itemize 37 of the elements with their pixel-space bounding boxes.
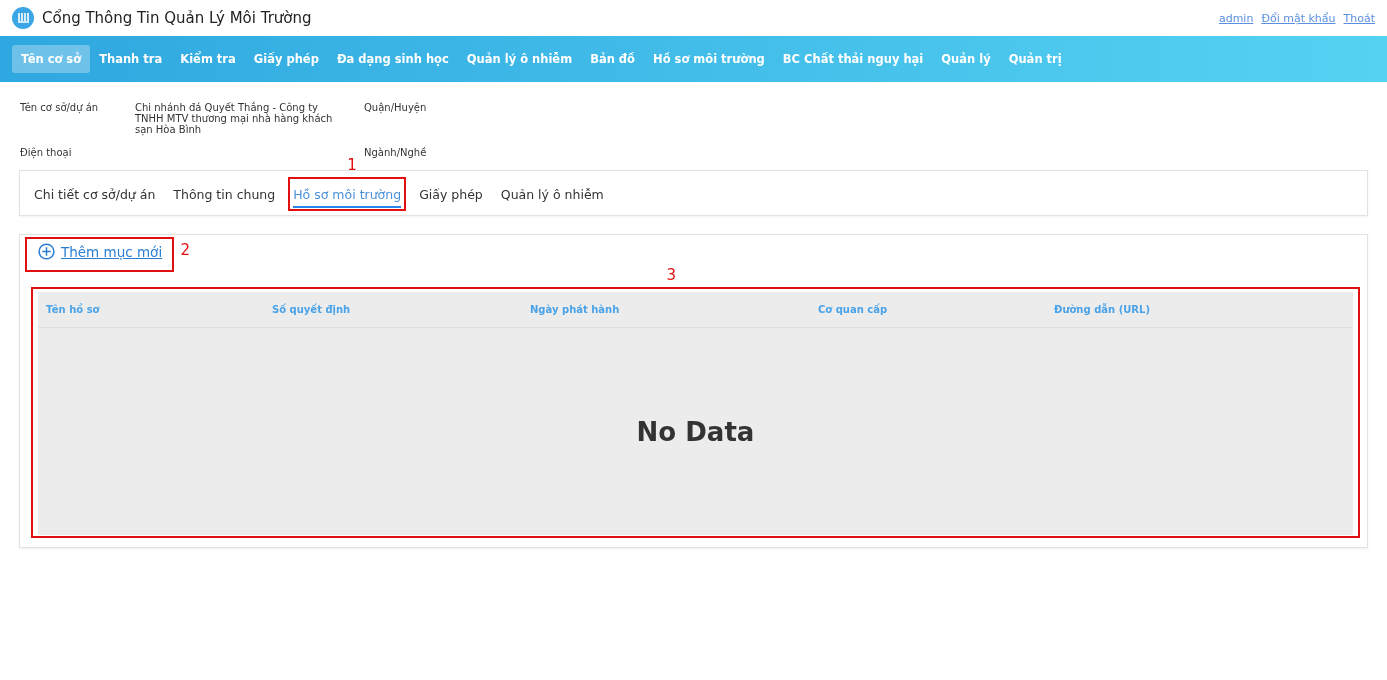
field-label: Tên cơ sở/dự án	[20, 102, 100, 116]
nav-item[interactable]: BC Chất thải nguy hại	[773, 45, 933, 73]
field-label: Ngành/Nghề	[364, 147, 428, 158]
column-header: Số quyết định	[272, 304, 352, 315]
nav-item[interactable]: Hồ sơ môi trường	[644, 45, 774, 73]
annotation-number: 1	[347, 155, 357, 174]
column-header: Tên hồ sơ	[46, 304, 101, 315]
plus-circle-icon	[38, 243, 55, 260]
tab[interactable]: Thông tin chung	[173, 182, 276, 208]
header-link[interactable]: Thoát	[1343, 11, 1375, 25]
nav-item[interactable]: Đa dạng sinh học	[327, 45, 458, 73]
field-label: Điện thoại	[20, 147, 73, 158]
tab[interactable]: Quản lý ô nhiễm	[500, 182, 604, 208]
nav-item[interactable]: Tên cơ sở	[12, 45, 91, 73]
column-header: Đường dẫn (URL)	[1054, 304, 1151, 315]
tab[interactable]: Hồ sơ môi trường	[293, 182, 402, 208]
nav-item[interactable]: Bản đồ	[581, 45, 644, 73]
tab[interactable]: Chi tiết cơ sở/dự án	[34, 182, 156, 208]
annotation-number: 3	[666, 266, 677, 284]
site-title: Cổng Thông Tin Quản Lý Môi Trường	[42, 9, 312, 27]
logo-icon	[12, 7, 34, 29]
empty-message: No Data	[636, 416, 755, 447]
tab[interactable]: Giấy phép	[419, 182, 483, 208]
add-new-link[interactable]: Thêm mục mới	[34, 241, 167, 262]
header-link[interactable]: Đổi mật khẩu	[1261, 11, 1336, 25]
field-label: Quận/Huyện	[364, 102, 428, 115]
nav-item[interactable]: Thanh tra	[90, 45, 172, 73]
field-value: Chi nhánh đá Quyết Thắng - Công ty TNHH MTV thương mại nhà hàng khách sạn Hòa Bình	[135, 102, 334, 135]
column-header: Ngày phát hành	[530, 304, 621, 315]
column-header: Cơ quan cấp	[818, 304, 889, 315]
annotation-number: 2	[180, 241, 191, 259]
nav-item[interactable]: Quản lý ô nhiễm	[457, 45, 582, 73]
nav-item[interactable]: Quản trị	[999, 45, 1071, 73]
nav-item[interactable]: Kiểm tra	[171, 45, 245, 73]
header-link[interactable]: admin	[1218, 11, 1254, 25]
nav-item[interactable]: Quản lý	[932, 45, 1000, 73]
nav-item[interactable]: Giấy phép	[244, 45, 328, 73]
